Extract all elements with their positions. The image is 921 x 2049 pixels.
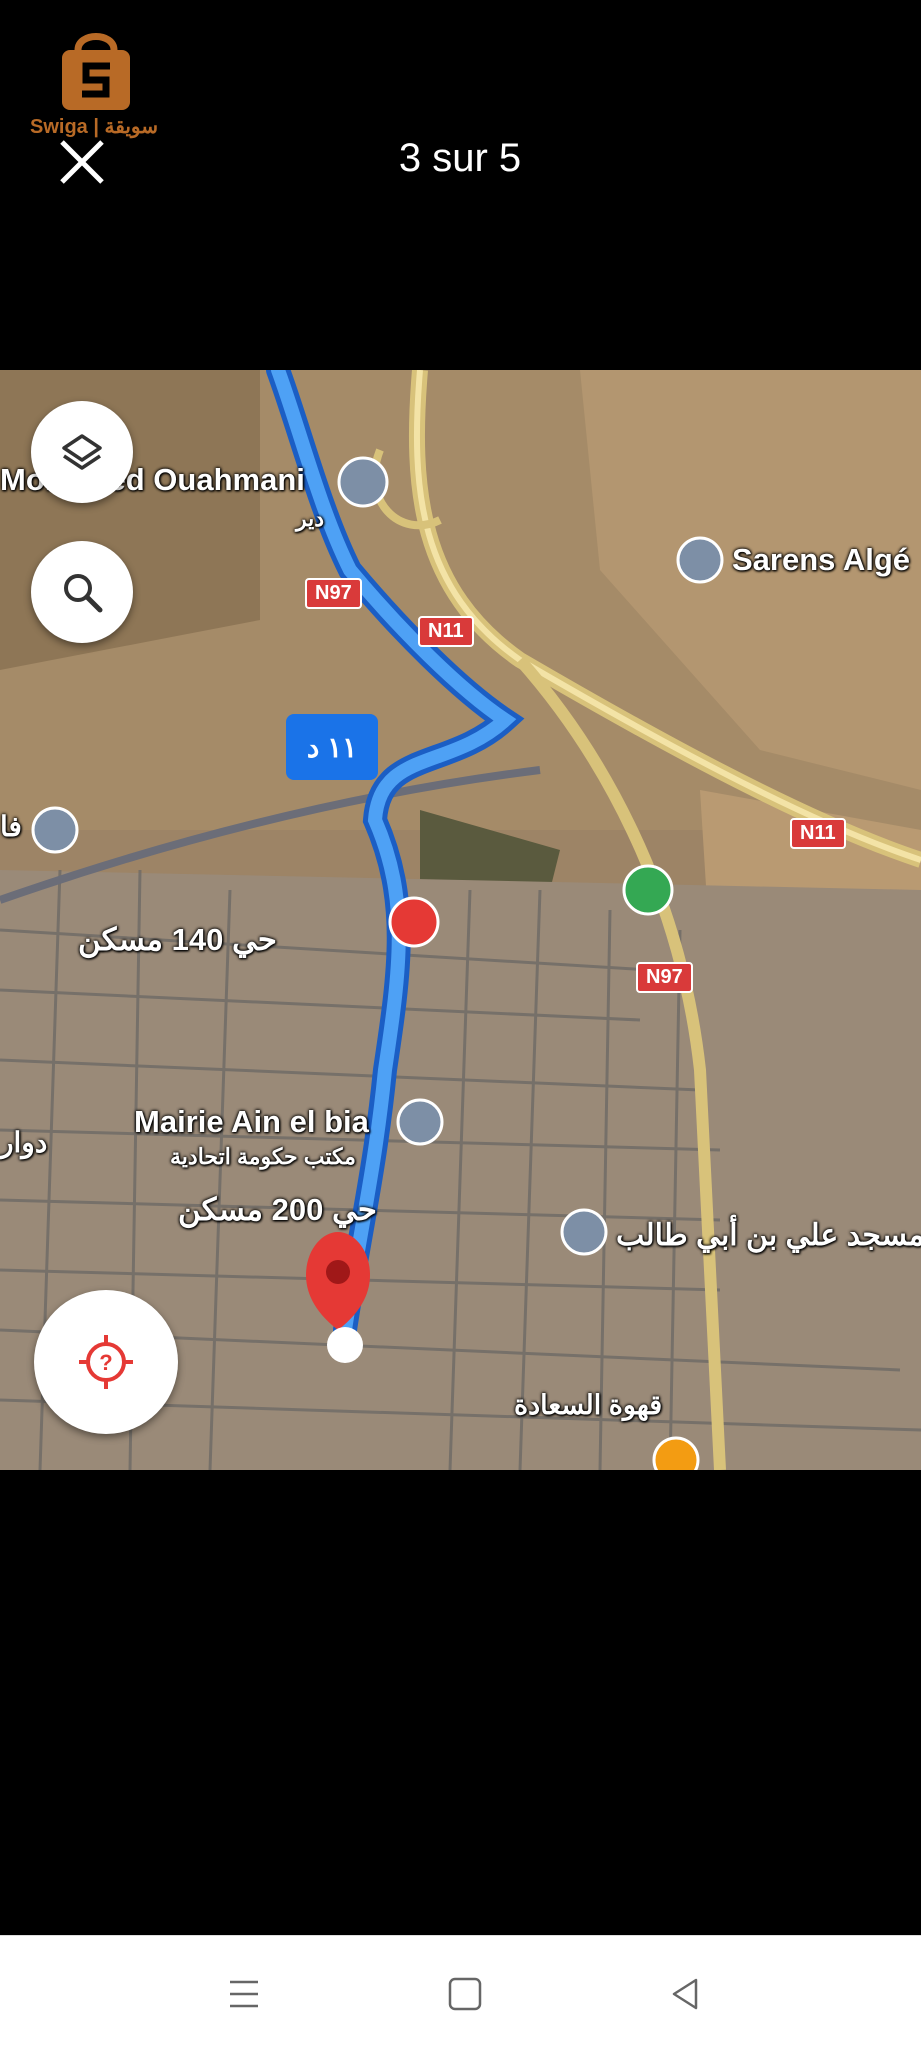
- search-icon: [64, 574, 103, 613]
- home-icon[interactable]: [443, 1972, 487, 2016]
- svg-text:?: ?: [99, 1350, 112, 1375]
- map-label: Mairie Ain el bia: [134, 1104, 369, 1139]
- my-location-icon: ?: [79, 1335, 133, 1389]
- road-shield-n97: N97: [636, 962, 693, 993]
- map-label: قهوة السعادة: [514, 1390, 663, 1420]
- search-button[interactable]: [31, 541, 133, 643]
- place-pin-icon: [31, 806, 79, 854]
- my-location-button[interactable]: ?: [34, 1290, 178, 1434]
- map-label: مكتب حكومة اتحادية: [170, 1144, 356, 1169]
- road-shield-n11: N11: [790, 818, 846, 849]
- route-duration-badge: ١١ د: [286, 714, 378, 780]
- map-label: Sarens Algé: [732, 542, 911, 577]
- back-icon[interactable]: [664, 1972, 708, 2016]
- system-nav-bar: [0, 1935, 921, 2049]
- mosque-pin-icon: [337, 456, 389, 508]
- place-pin-icon: [676, 536, 724, 584]
- map-label: مسجد علي بن أبي طالب: [616, 1219, 921, 1252]
- road-shield-n11: N11: [418, 616, 474, 647]
- layers-button[interactable]: [31, 401, 133, 503]
- menu-icon[interactable]: [222, 1972, 266, 2016]
- pharmacy-pin-icon: [388, 896, 440, 948]
- government-pin-icon: [396, 1098, 444, 1146]
- park-pin-icon: [622, 864, 674, 916]
- image-counter: 3 sur 5: [398, 136, 522, 180]
- top-bar: Swiga | سويقة 3 sur 5: [0, 0, 921, 370]
- shopping-bag-logo-icon: [62, 33, 130, 110]
- map-label: حي 140 مسكن: [78, 922, 277, 957]
- close-icon[interactable]: [50, 130, 114, 194]
- cafe-pin-icon: [652, 1436, 700, 1470]
- map-image: N97 N11 N11 N97 ١١ د Mohamed Ouahmani دي…: [0, 370, 921, 1470]
- map-label: دير: [296, 506, 325, 531]
- map-label: حي 200 مسكن: [178, 1192, 377, 1227]
- mosque-pin-icon: [560, 1208, 608, 1256]
- layers-icon: [62, 434, 102, 470]
- watermark-logo: Swiga | سويقة: [14, 26, 174, 146]
- map-label: فا: [0, 811, 22, 842]
- map-label: دوار: [0, 1127, 48, 1158]
- road-shield-n97: N97: [305, 578, 362, 609]
